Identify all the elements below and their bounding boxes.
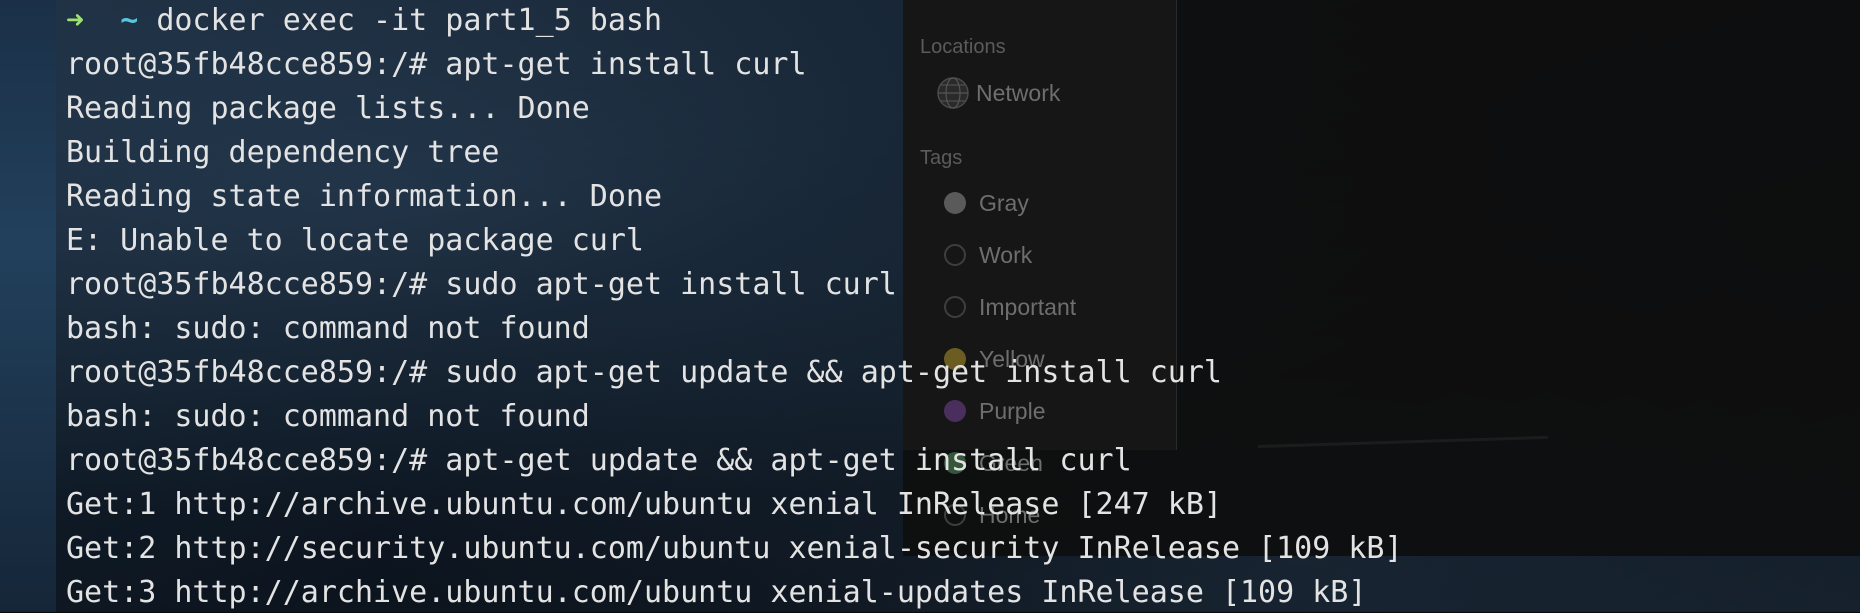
terminal-line: root@35fb48cce859:/# apt-get update && a… <box>66 443 1132 478</box>
prompt-directory: ~ <box>120 3 139 38</box>
terminal-line: Get:1 http://archive.ubuntu.com/ubuntu x… <box>66 487 1222 522</box>
terminal-line: Get:3 http://archive.ubuntu.com/ubuntu x… <box>66 575 1367 610</box>
terminal-line: Get:2 http://security.ubuntu.com/ubuntu … <box>66 531 1403 566</box>
terminal-output[interactable]: ➜ ~ docker exec -it part1_5 bash root@35… <box>0 0 1860 612</box>
terminal-line: Reading package lists... Done <box>66 91 590 126</box>
terminal-line: Reading state information... Done <box>66 179 663 214</box>
terminal-line: root@35fb48cce859:/# sudo apt-get update… <box>66 355 1222 390</box>
terminal-line: bash: sudo: command not found <box>66 311 590 346</box>
terminal-line: Building dependency tree <box>66 135 500 170</box>
terminal-line: root@35fb48cce859:/# sudo apt-get instal… <box>66 267 897 302</box>
prompt-arrow-icon: ➜ <box>66 3 85 38</box>
command-text: docker exec -it part1_5 bash <box>156 3 663 38</box>
terminal-line: root@35fb48cce859:/# apt-get install cur… <box>66 47 807 82</box>
terminal-line: bash: sudo: command not found <box>66 399 590 434</box>
terminal-line: E: Unable to locate package curl <box>66 223 644 258</box>
terminal-line-prompt: ➜ ~ docker exec -it part1_5 bash <box>66 1 662 41</box>
